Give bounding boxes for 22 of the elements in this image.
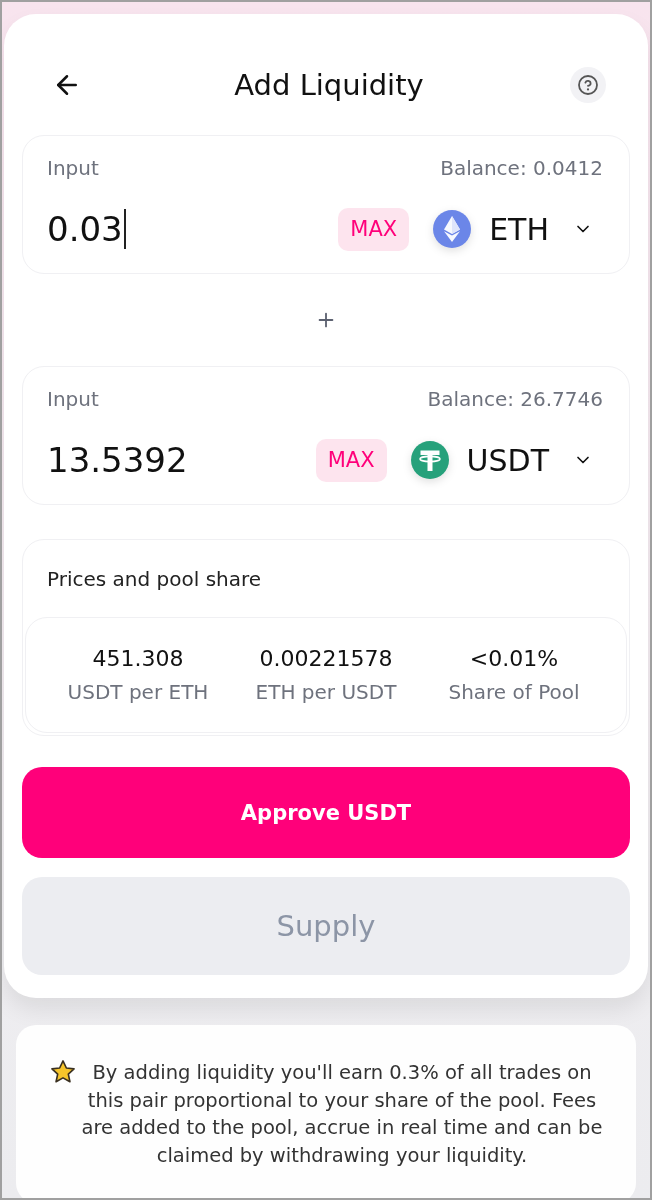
stat-label: USDT per ETH (67, 680, 209, 705)
page-title: Add Liquidity (234, 67, 424, 103)
t-coin-icon (410, 441, 449, 479)
input-label: Input (47, 387, 99, 411)
star-icon (50, 1059, 76, 1085)
input-label: Input (47, 156, 99, 180)
stat-label: Share of Pool (448, 680, 580, 705)
diamond-coin-icon (433, 210, 472, 248)
stat-value: <0.01% (469, 645, 559, 672)
prices-title: Prices and pool share (46, 565, 263, 593)
stat-value: 0.00221578 (259, 645, 393, 672)
amount-input[interactable]: 0.03 (47, 207, 339, 251)
balance-text: Balance: 26.7746 (427, 387, 603, 411)
stat-label: ETH per USDT (255, 680, 397, 705)
help-icon[interactable] (570, 67, 606, 103)
stat-value: 451.308 (92, 645, 184, 672)
balance-text: Balance: 0.0412 (440, 156, 603, 180)
amount-input[interactable]: 13.5392 (47, 438, 316, 482)
token-select-button[interactable]: ETH (433, 207, 603, 251)
token-select-button[interactable]: USDT (410, 438, 603, 482)
action-button[interactable]: Approve USDT (22, 767, 630, 858)
info-text: By adding liquidity you'll earn 0.3% of all trades on this pair proportional to your share of the pool. Fees are added to the pool, accrue in real time and can be claimed by withdrawing your liquidity. (80, 1060, 604, 1169)
